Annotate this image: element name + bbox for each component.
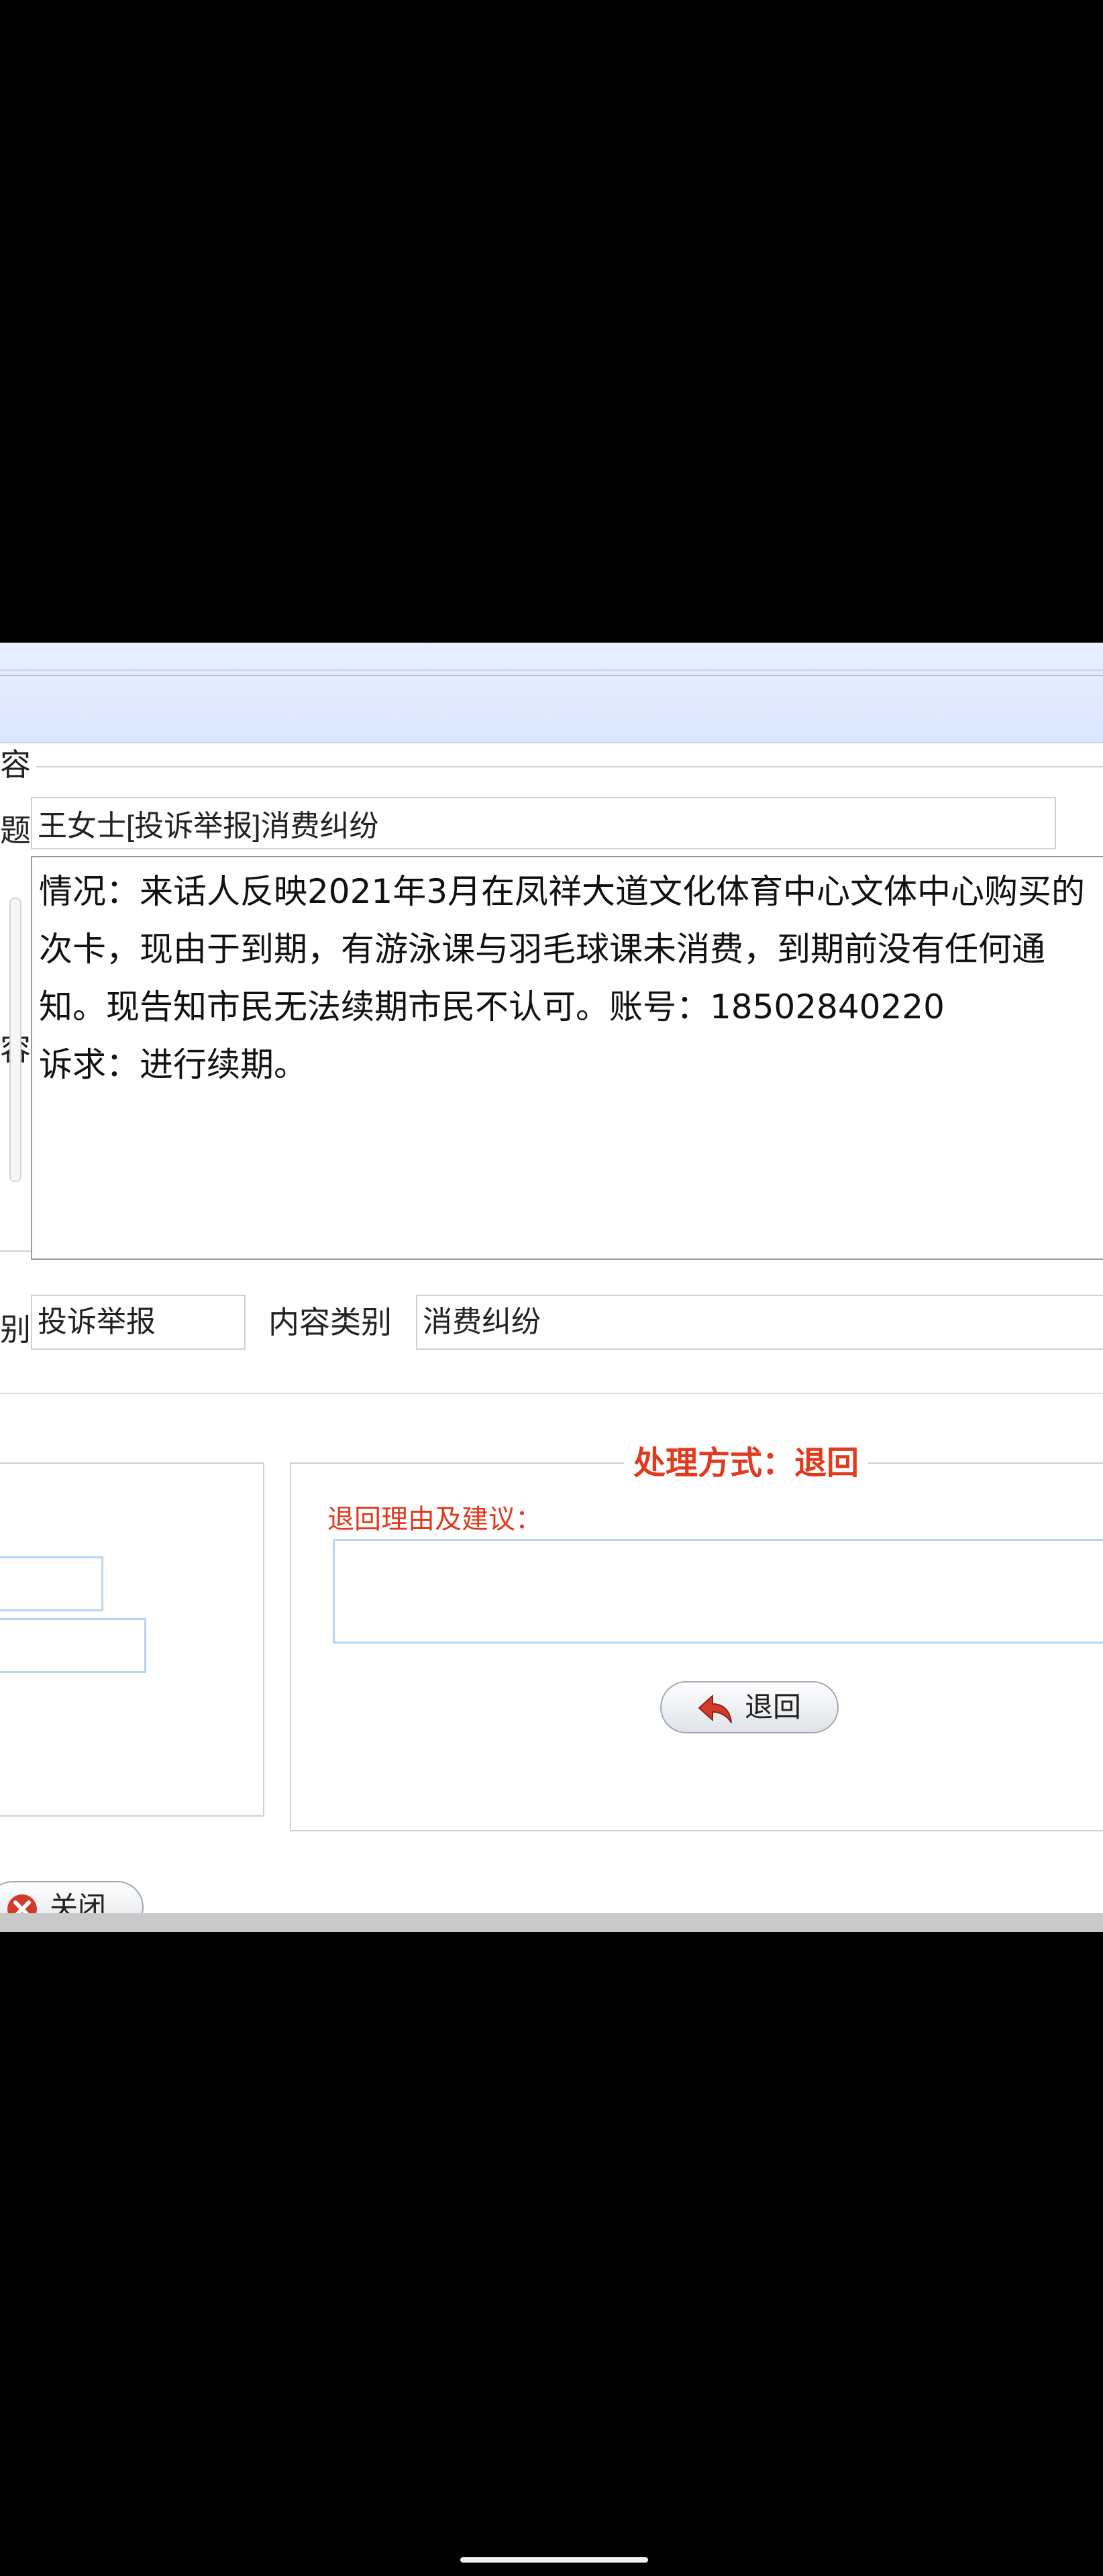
category-label: 别 xyxy=(0,1311,31,1348)
content-category-field[interactable]: 消费纠纷 xyxy=(416,1295,1103,1350)
left-panel-input[interactable] xyxy=(0,1618,146,1673)
process-method-legend: 处理方式：退回 xyxy=(624,1445,869,1481)
header-divider xyxy=(0,669,1103,671)
bottom-scrollbar[interactable] xyxy=(0,1913,1103,1932)
window-header-band xyxy=(0,643,1103,743)
return-arrow-icon xyxy=(698,1690,735,1741)
left-panel-input[interactable] xyxy=(0,1556,103,1611)
content-textarea[interactable]: 情况：来话人反映2021年3月在凤祥大道文化体育中心文体中心购买的次卡，现由于到… xyxy=(31,856,1103,1260)
category-field[interactable]: 投诉举报 xyxy=(31,1295,246,1350)
return-button-label: 退回 xyxy=(745,1690,802,1723)
title-label: 题 xyxy=(0,812,31,849)
header-divider xyxy=(0,675,1103,676)
content-category-label: 内容类别 xyxy=(268,1304,392,1340)
form-window: 容 题 容 情况：来话人反映2021年3月在凤祥大道文化体育中心文体中心购买的次… xyxy=(0,643,1103,1932)
return-button[interactable]: 退回 xyxy=(660,1681,839,1733)
scrollbar[interactable] xyxy=(9,898,21,1182)
fieldset-legend: 容 xyxy=(0,749,36,780)
return-reason-textarea[interactable] xyxy=(333,1539,1103,1644)
return-reason-label: 退回理由及建议： xyxy=(327,1504,542,1535)
home-indicator[interactable] xyxy=(460,2557,648,2563)
section-divider xyxy=(0,1393,1103,1394)
title-field[interactable] xyxy=(31,797,1056,849)
